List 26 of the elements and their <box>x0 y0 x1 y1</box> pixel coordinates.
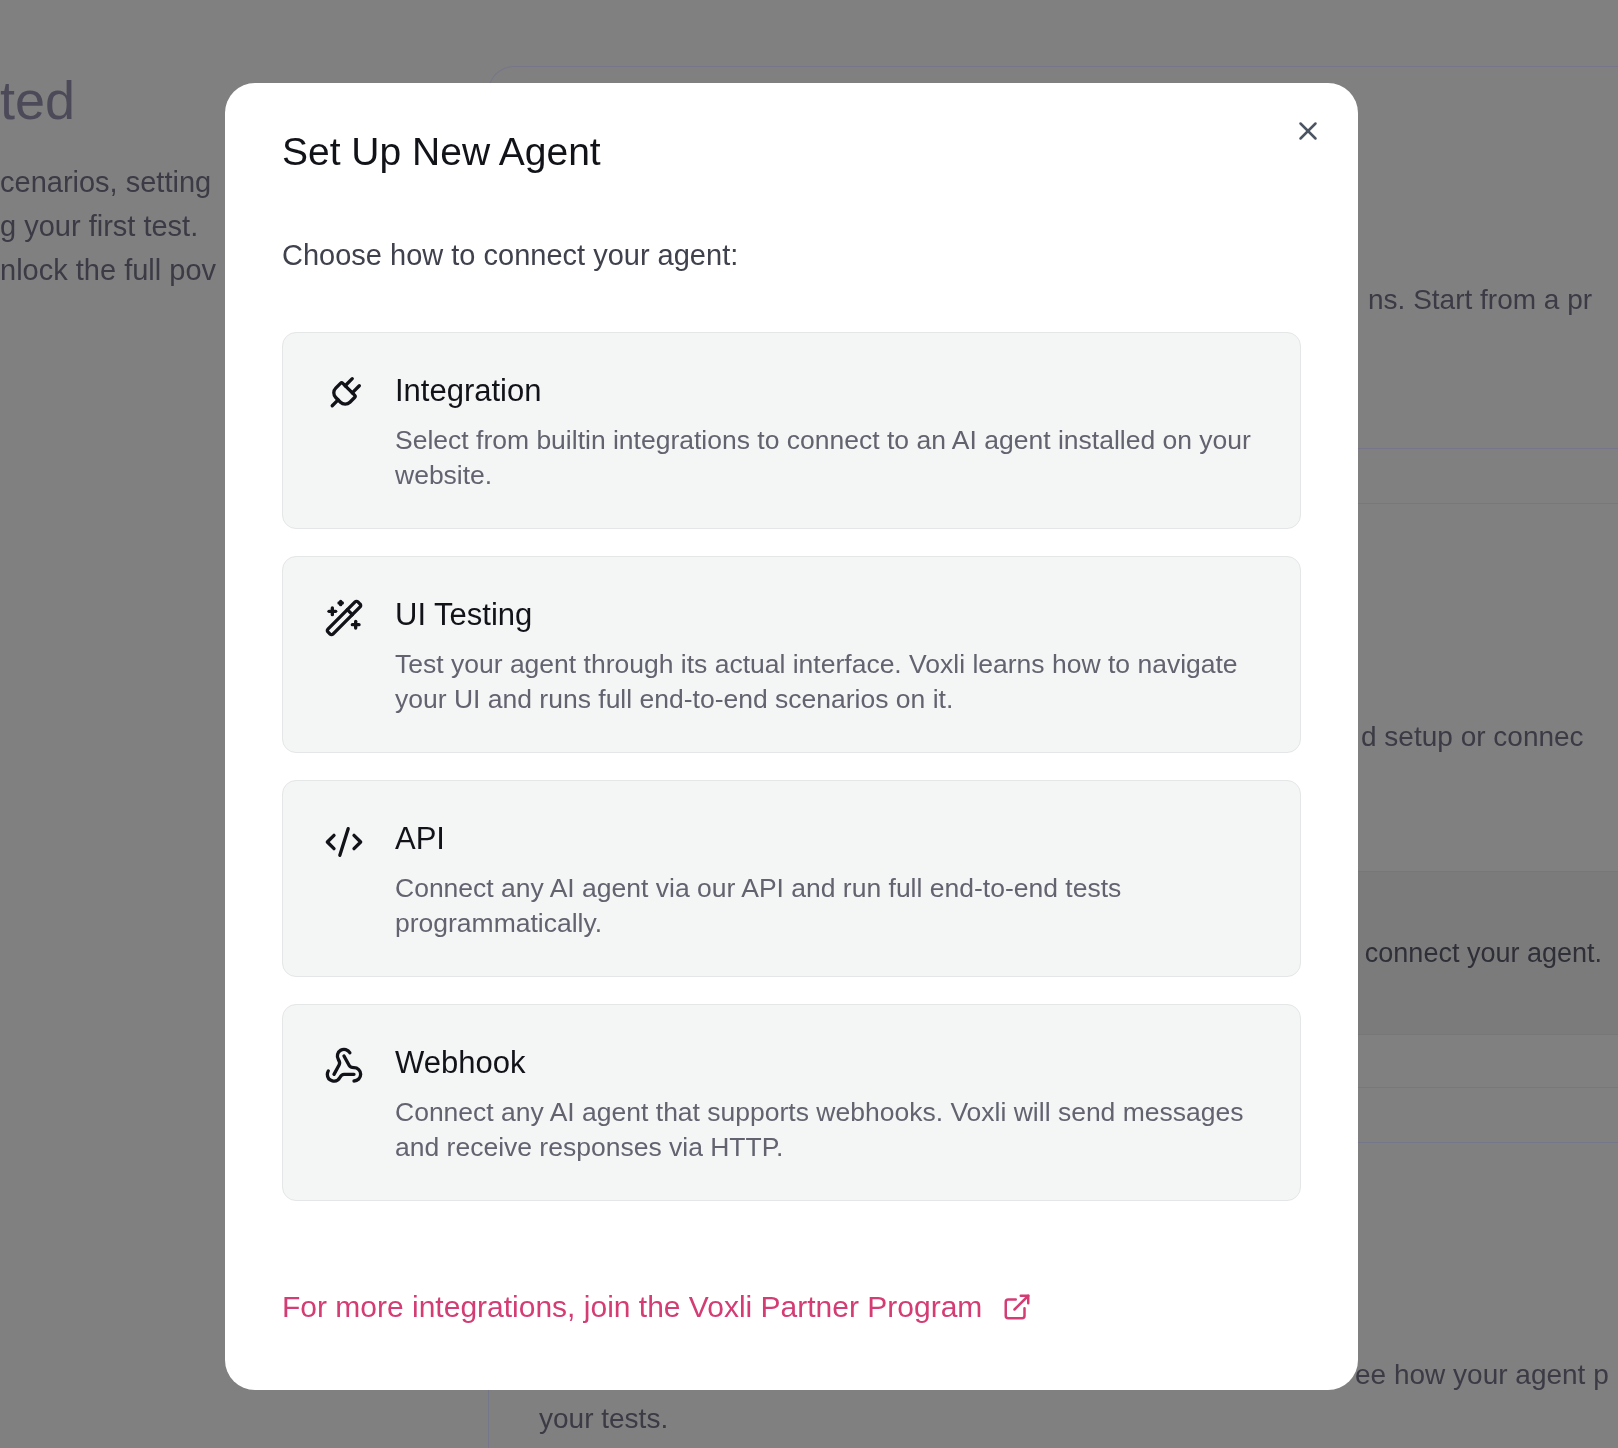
panel-text: d setup or connec <box>1361 720 1585 754</box>
option-title: Integration <box>395 372 543 410</box>
option-card[interactable]: Integration Select from builtin integrations to connect to an AI agent installed on your website. <box>282 332 1301 529</box>
panel-text: ee how your agent p <box>1355 1358 1610 1392</box>
partner-link[interactable]: For more integrations, join the Voxli Partner Program <box>282 1287 1033 1327</box>
intro-text: nlock the full pov <box>0 253 216 288</box>
option-card[interactable]: UI Testing Test your agent through its actual interface. Voxli learns how to navigate your UI and runs full end-to-end scenarios on it. <box>282 556 1301 753</box>
option-title: API <box>395 820 446 858</box>
dialog-title: Set Up New Agent <box>282 129 602 175</box>
option-description: Test your agent through its actual interface. Voxli learns how to navigate your UI and runs full end-to-end scenarios on it. <box>395 648 1239 716</box>
panel-text: ns. Start from a pr <box>1368 283 1594 317</box>
option-card[interactable]: API Connect any AI agent via our API and run full end-to-end tests programmatically. <box>282 780 1301 977</box>
magic-wand-icon <box>324 598 364 638</box>
option-title: Webhook <box>395 1044 527 1082</box>
external-link-icon <box>1002 1292 1033 1322</box>
option-title: UI Testing <box>395 596 534 634</box>
dialog-subtitle: Choose how to connect your agent: <box>282 238 740 273</box>
option-description: Connect any AI agent that supports webhooks. Voxli will send messages and receive responses via HTTP. <box>395 1096 1245 1164</box>
intro-text: cenarios, setting <box>0 165 212 200</box>
option-description: Connect any AI agent via our API and run full end-to-end tests programmatically. <box>395 872 1123 940</box>
info-text: connect your agent. <box>1364 937 1602 969</box>
intro-text: g your first test. <box>0 209 199 244</box>
option-card[interactable]: Webhook Connect any AI agent that supports webhooks. Voxli will send messages and receive responses via HTTP. <box>282 1004 1301 1201</box>
option-description: Select from builtin integrations to connect to an AI agent installed on your website. <box>395 424 1252 492</box>
panel-text: your tests. <box>539 1402 670 1436</box>
webhook-icon <box>324 1046 364 1086</box>
